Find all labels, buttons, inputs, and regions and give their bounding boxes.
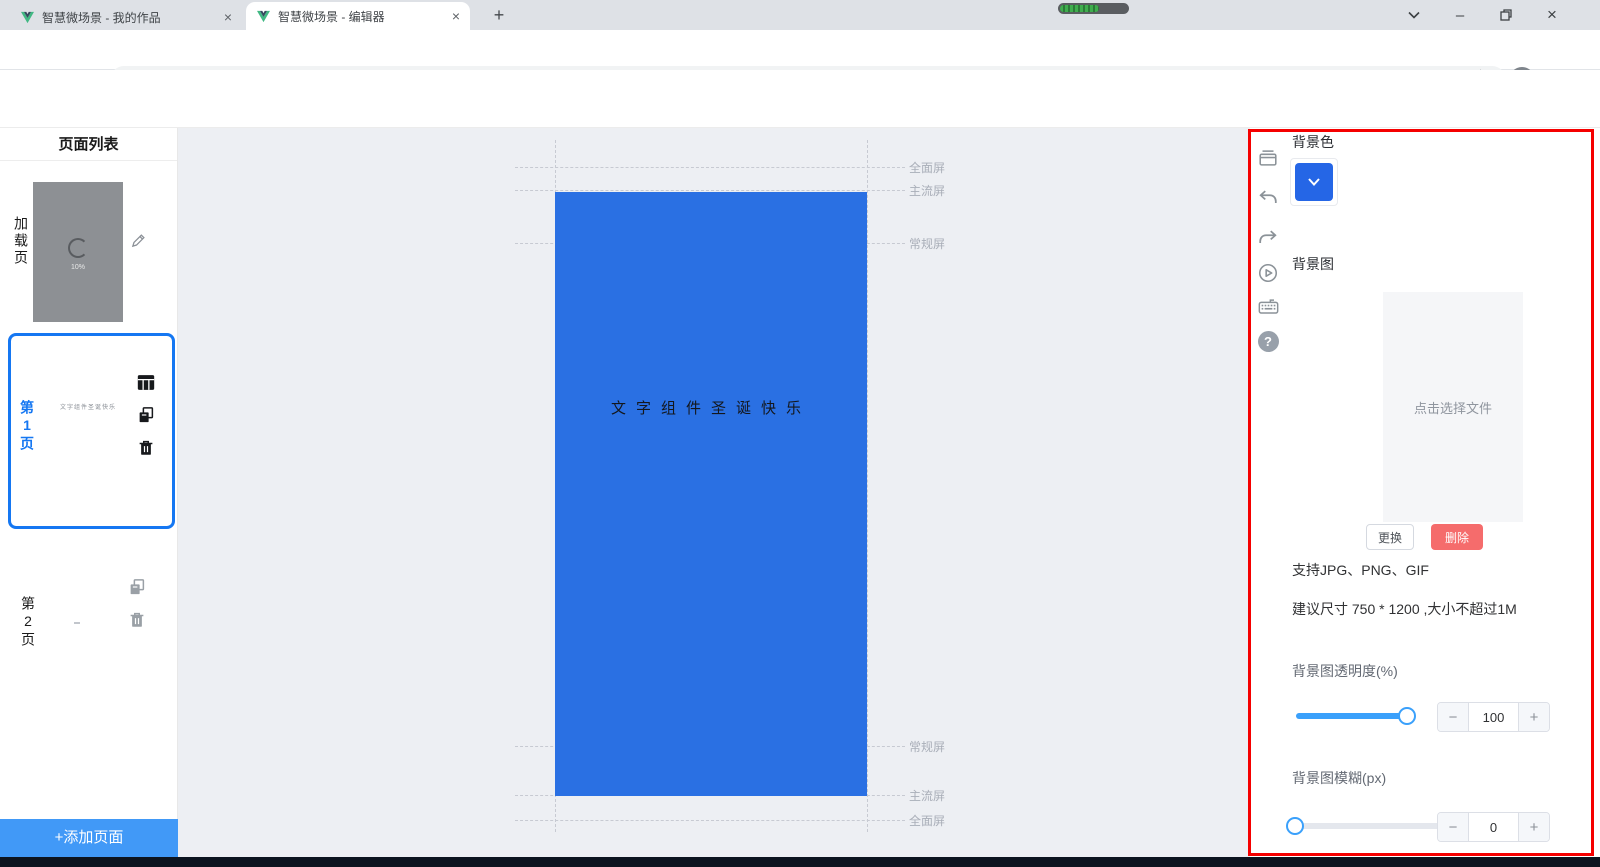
- page-thumbnail-text: 文字组件圣诞快乐: [59, 405, 116, 411]
- browser-window: 智慧微场景 - 我的作品 × 智慧微场景 - 编辑器 × + – × ← → m…: [0, 0, 1600, 867]
- add-page-button[interactable]: +添加页面: [0, 819, 178, 857]
- window-restore-button[interactable]: [1490, 5, 1522, 25]
- tab-strip: 智慧微场景 - 我的作品 × 智慧微场景 - 编辑器 × + – ×: [0, 0, 1600, 30]
- color-swatch[interactable]: [1295, 163, 1333, 201]
- replace-image-button[interactable]: 更换: [1366, 524, 1414, 550]
- size-hint-text: 建议尺寸 750 * 1200 ,大小不超过1M: [1292, 601, 1517, 617]
- play-preview-icon[interactable]: [1256, 261, 1280, 285]
- blur-value[interactable]: 0: [1469, 813, 1518, 841]
- page-thumbnail: [74, 622, 80, 624]
- tab-title: 智慧微场景 - 我的作品: [42, 10, 161, 25]
- tab-title: 智慧微场景 - 编辑器: [278, 9, 385, 24]
- opacity-value[interactable]: 100: [1469, 703, 1518, 731]
- increase-button[interactable]: +: [1518, 813, 1549, 841]
- browser-tab-editor-active[interactable]: 智慧微场景 - 编辑器 ×: [246, 2, 470, 30]
- opacity-label: 背景图透明度(%): [1292, 663, 1398, 679]
- page-label: 加载页: [13, 216, 29, 267]
- keyboard-shortcuts-icon[interactable]: [1256, 295, 1280, 319]
- delete-page-icon[interactable]: [128, 611, 146, 629]
- vue-favicon: [21, 11, 34, 23]
- opacity-stepper: − 100 +: [1437, 702, 1550, 732]
- editor-canvas[interactable]: 全面屏 主流屏 常规屏 常规屏 主流屏 全面屏 文字组件圣诞快乐: [178, 128, 1250, 857]
- taskbar-edge: [0, 857, 1600, 867]
- blur-label: 背景图模糊(px): [1292, 770, 1387, 786]
- delete-page-icon[interactable]: [137, 439, 155, 457]
- tab-search-chevron-icon[interactable]: [1398, 5, 1430, 25]
- page-artboard[interactable]: 文字组件圣诞快乐: [555, 192, 867, 796]
- recording-indicator: [1058, 3, 1129, 14]
- loading-spinner: [68, 238, 88, 258]
- blur-slider-track[interactable]: [1296, 823, 1441, 829]
- opacity-slider-handle[interactable]: [1398, 707, 1416, 725]
- browser-tab-works[interactable]: 智慧微场景 - 我的作品 ×: [10, 4, 242, 30]
- browser-toolbar: ← → ms.kyk251.cn/#/editor/58e29f5ad38543…: [0, 30, 1600, 94]
- page-item-1-selected[interactable]: 第1页 文字组件圣诞快乐: [8, 333, 175, 529]
- chevron-down-icon: [1308, 178, 1320, 186]
- guide-fullscreen-bottom: 全面屏: [515, 814, 945, 828]
- edit-pencil-icon[interactable]: [130, 232, 147, 249]
- file-upload-dropzone[interactable]: 点击选择文件: [1383, 292, 1523, 522]
- recording-progress: [1060, 5, 1100, 12]
- bg-image-label: 背景图: [1292, 256, 1334, 272]
- page-list-title: 页面列表: [0, 128, 177, 161]
- settings-panel: ? 背景色 背景图 点击选择文件 更换 删除 支持JPG、PNG、GIF 建议尺…: [1250, 128, 1600, 857]
- opacity-slider-track[interactable]: [1296, 713, 1409, 719]
- bg-color-label: 背景色: [1292, 134, 1334, 150]
- workspace: 页面列表 加载页 10% 第1页 文字组件圣诞快乐 第2页 +添加页面 全面屏 …: [0, 128, 1600, 857]
- tab-close-icon[interactable]: ×: [452, 9, 460, 23]
- bg-color-picker[interactable]: [1290, 158, 1338, 206]
- app-header: 智慧微场景 文字 图片 ♪ 音频 视: [0, 70, 1600, 191]
- copy-page-icon[interactable]: [137, 406, 155, 424]
- loading-percent: 10%: [70, 264, 85, 271]
- delete-image-button[interactable]: 删除: [1431, 524, 1483, 550]
- archive-box-icon[interactable]: [1256, 146, 1280, 170]
- grid-layout-icon[interactable]: [137, 374, 155, 391]
- page-label: 第1页: [19, 400, 35, 453]
- guide-mainstream-top: 主流屏: [515, 184, 945, 198]
- help-icon[interactable]: ?: [1256, 329, 1280, 353]
- increase-button[interactable]: +: [1518, 703, 1549, 731]
- undo-icon[interactable]: [1256, 186, 1280, 210]
- decrease-button[interactable]: −: [1438, 703, 1469, 731]
- page-label: 第2页: [20, 596, 36, 649]
- copy-page-icon[interactable]: [128, 578, 146, 596]
- tab-close-icon[interactable]: ×: [224, 10, 232, 24]
- new-tab-button[interactable]: +: [486, 5, 512, 25]
- redo-icon[interactable]: [1256, 226, 1280, 250]
- decrease-button[interactable]: −: [1438, 813, 1469, 841]
- upload-hint: 点击选择文件: [1413, 400, 1492, 416]
- guide-fullscreen-top: 全面屏: [515, 161, 945, 175]
- window-minimize-button[interactable]: –: [1444, 5, 1476, 25]
- blur-slider-handle[interactable]: [1286, 817, 1304, 835]
- text-component[interactable]: 文字组件圣诞快乐: [555, 397, 867, 418]
- supported-formats-text: 支持JPG、PNG、GIF: [1292, 562, 1429, 578]
- vue-favicon: [257, 10, 270, 22]
- window-close-button[interactable]: ×: [1536, 5, 1568, 25]
- blur-stepper: − 0 +: [1437, 812, 1550, 842]
- page-thumbnail[interactable]: 10%: [33, 182, 123, 322]
- page-list-panel: 页面列表 加载页 10% 第1页 文字组件圣诞快乐 第2页 +添加页面: [0, 128, 178, 857]
